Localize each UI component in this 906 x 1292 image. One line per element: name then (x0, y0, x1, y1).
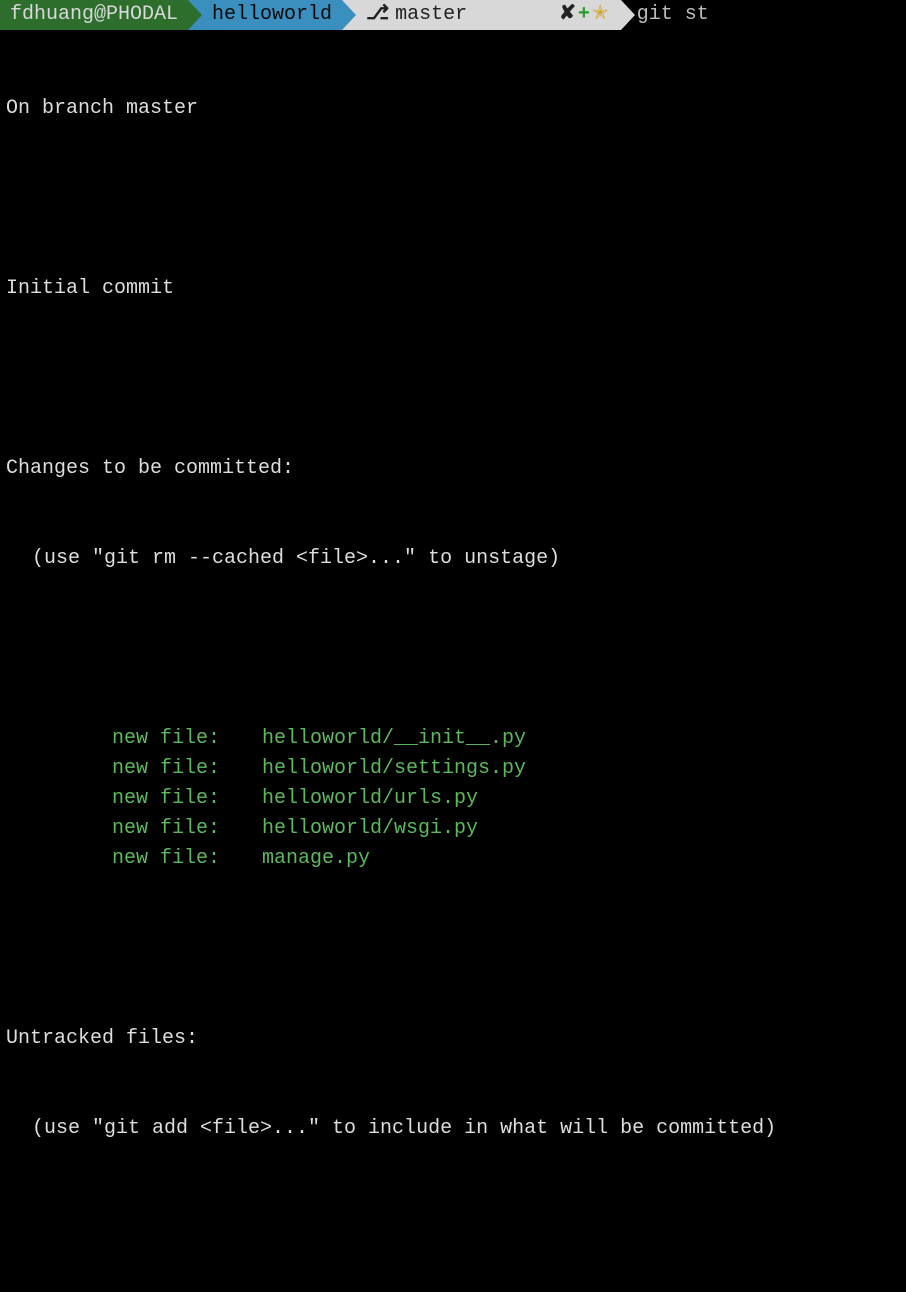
staged-file-path: helloworld/__init__.py (262, 727, 526, 750)
staged-file-label: new file: (112, 724, 262, 754)
prompt-user-segment: fdhuang@PHODAL (0, 0, 188, 30)
blank-line (6, 634, 900, 664)
git-dirty-icon: ✘ (559, 3, 578, 26)
staged-file-label: new file: (112, 844, 262, 874)
git-status-icons: ✘+✭ (475, 0, 611, 60)
staged-file-path: helloworld/settings.py (262, 757, 526, 780)
segment-arrow-icon (621, 0, 635, 30)
staged-file-label: new file: (112, 784, 262, 814)
staged-file-row: new file:helloworld/__init__.py (6, 724, 900, 754)
staged-file-row: new file:helloworld/wsgi.py (6, 814, 900, 844)
staged-hint: (use "git rm --cached <file>..." to unst… (6, 544, 900, 574)
git-staged-icon: + (578, 3, 592, 26)
prompt-user: fdhuang@PHODAL (10, 0, 178, 30)
segment-arrow-icon (188, 0, 202, 30)
prompt-line[interactable]: fdhuang@PHODAL helloworld ⎇ master ✘+✭ g… (0, 0, 906, 30)
untracked-hint: (use "git add <file>..." to include in w… (6, 1114, 900, 1144)
untracked-header: Untracked files: (6, 1024, 900, 1054)
git-branch-icon: ⎇ (366, 0, 389, 30)
prompt-branch: master (395, 0, 467, 30)
initial-commit: Initial commit (6, 274, 900, 304)
staged-files-list: new file:helloworld/__init__.pynew file:… (6, 724, 900, 874)
staged-file-label: new file: (112, 754, 262, 784)
staged-file-row: new file:helloworld/urls.py (6, 784, 900, 814)
segment-arrow-icon (342, 0, 356, 30)
command-input-segment[interactable]: git st (621, 0, 719, 30)
blank-line (6, 934, 900, 964)
branch-status: On branch master (6, 94, 900, 124)
staged-file-path: helloworld/urls.py (262, 787, 478, 810)
prompt-branch-segment: ⎇ master ✘+✭ (342, 0, 621, 30)
staged-file-label: new file: (112, 814, 262, 844)
staged-header: Changes to be committed: (6, 454, 900, 484)
staged-file-row: new file:helloworld/settings.py (6, 754, 900, 784)
blank-line (6, 364, 900, 394)
blank-line (6, 1204, 900, 1234)
blank-line (6, 184, 900, 214)
command-text: git st (637, 0, 709, 30)
prompt-dir: helloworld (212, 0, 332, 30)
terminal-output: On branch master Initial commit Changes … (0, 32, 906, 1292)
prompt-dir-segment: helloworld (188, 0, 342, 30)
staged-file-path: manage.py (262, 847, 370, 870)
staged-file-path: helloworld/wsgi.py (262, 817, 478, 840)
staged-file-row: new file:manage.py (6, 844, 900, 874)
git-untracked-icon: ✭ (592, 3, 611, 26)
